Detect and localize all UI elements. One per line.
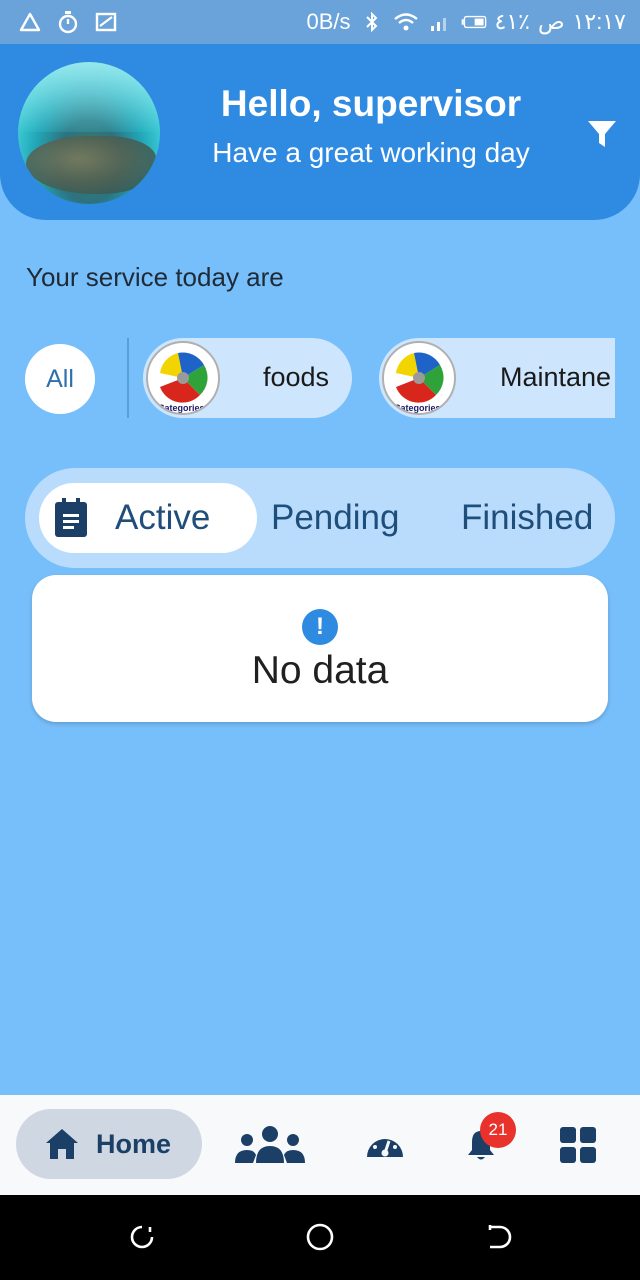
am-pm: ص (538, 9, 565, 34)
category-all-chip[interactable]: All (25, 344, 95, 414)
thumb-caption: Categories (158, 403, 205, 413)
timer-icon (56, 10, 80, 34)
bottom-navigation: Home 21 (0, 1095, 640, 1195)
empty-state-message: No data (251, 649, 389, 692)
nav-home[interactable]: Home (16, 1109, 202, 1179)
empty-state-card: ! No data (32, 575, 608, 722)
tab-finished[interactable]: Finished (461, 498, 593, 538)
nav-home-label: Home (96, 1128, 172, 1159)
signal-icon (427, 11, 453, 33)
notification-count-badge: 21 (480, 1112, 516, 1148)
recent-apps-icon[interactable] (126, 1221, 158, 1253)
nav-team[interactable] (232, 1123, 308, 1167)
categories-thumbnail: Categories (146, 341, 220, 415)
chips-divider (127, 338, 129, 418)
nav-dashboard[interactable] (364, 1123, 406, 1167)
system-navigation-bar (0, 1195, 640, 1280)
team-icon (235, 1126, 305, 1163)
info-exclamation-icon: ! (302, 609, 338, 645)
screen-cast-icon (94, 10, 118, 34)
category-label: foods (263, 362, 330, 392)
back-icon[interactable] (482, 1221, 514, 1253)
avatar[interactable] (18, 62, 160, 204)
category-chip-foods[interactable]: Categories foods (143, 338, 352, 418)
status-bar: 0B/s ٤١٪ ص ١٢:١٧ (0, 0, 640, 44)
clipboard-icon (53, 498, 89, 538)
home-circle-icon[interactable] (304, 1221, 336, 1253)
tab-active-label: Active (115, 498, 211, 537)
home-icon (46, 1129, 78, 1159)
status-tabs: Active Pending Finished (25, 468, 615, 568)
warning-triangle-icon (18, 10, 42, 34)
clock: ١٢:١٧ (572, 9, 626, 34)
nav-menu[interactable] (558, 1123, 598, 1167)
bluetooth-icon (359, 11, 385, 33)
categories-thumbnail: Categories (382, 341, 456, 415)
tab-pending[interactable]: Pending (271, 498, 399, 538)
greeting-header: Hello, supervisor Have a great working d… (0, 44, 640, 220)
dashboard-gauge-icon (367, 1136, 403, 1157)
category-chips: All Categories foods Categories Maintane (0, 338, 640, 418)
category-chip-maintenance[interactable]: Categories Maintane (379, 338, 615, 418)
network-speed: 0B/s (306, 9, 351, 34)
battery-percent: ٤١٪ (494, 9, 530, 34)
grid-menu-icon (560, 1127, 596, 1163)
greeting-title: Hello, supervisor (220, 83, 522, 124)
category-label: Maintane (500, 362, 612, 392)
thumb-caption: Categories (394, 403, 441, 413)
filter-icon[interactable] (582, 114, 622, 154)
greeting-subtitle: Have a great working day (212, 137, 530, 168)
wifi-icon (393, 11, 419, 33)
battery-icon (461, 11, 487, 33)
tab-active[interactable]: Active (39, 483, 257, 553)
services-title: Your service today are (26, 262, 284, 292)
